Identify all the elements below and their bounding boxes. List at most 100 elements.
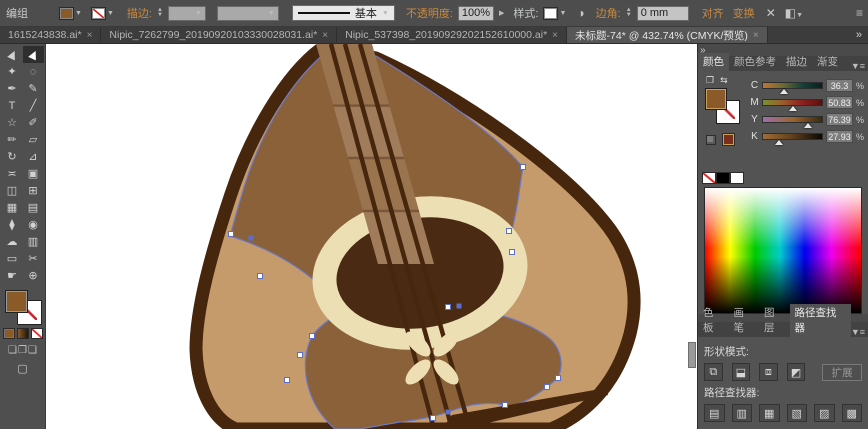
minus-front-button[interactable]: ⬓ [732, 363, 751, 381]
swap-fill-stroke-icon[interactable]: ⇆ [720, 75, 728, 86]
slice-tool[interactable]: ✂ [23, 250, 44, 267]
direct-selection-tool[interactable]: ▶ [23, 46, 44, 63]
stroke-color-button[interactable]: ▼ [91, 7, 114, 20]
style-select[interactable]: ▼ [543, 7, 566, 20]
type-tool[interactable]: T [2, 97, 23, 114]
channel-value-input[interactable]: 27.93 [826, 130, 853, 143]
eyedropper-tool[interactable]: ⧫ [2, 216, 23, 233]
slider-thumb[interactable] [780, 89, 788, 94]
close-tab-icon[interactable]: × [753, 30, 759, 41]
draw-inside-icon[interactable]: ❑ [28, 345, 37, 356]
anchor-point-solid[interactable] [249, 236, 254, 241]
zoom-tool[interactable]: ⊕ [23, 267, 44, 284]
document-tab-1[interactable]: Nipic_7262799_20190920103330028031.ai*× [101, 27, 337, 43]
draw-normal-icon[interactable]: ❏ [8, 345, 17, 356]
merge-button[interactable]: ▦ [759, 404, 780, 422]
none-color-swatch[interactable] [702, 172, 716, 184]
control-bar-menu-icon[interactable]: ≡ [856, 6, 862, 20]
free-transform-tool[interactable]: ▣ [23, 165, 44, 182]
pencil-tool[interactable]: ✏ [2, 131, 23, 148]
transform-button[interactable]: 变换 [733, 5, 755, 21]
color-panel-menu-icon[interactable]: ▼≡ [851, 61, 868, 71]
color-panel-tab[interactable]: 渐变 [812, 53, 843, 71]
color-spectrum[interactable] [704, 187, 862, 314]
color-panel-tab[interactable]: 颜色 [698, 53, 729, 71]
anchor-point-solid[interactable] [457, 304, 462, 309]
anchor-point-hollow[interactable] [503, 403, 508, 408]
none-mode-button[interactable] [31, 328, 43, 339]
lasso-tool[interactable]: ◌ [23, 63, 44, 80]
color-panel-tab[interactable]: 颜色参考 [729, 53, 781, 71]
slider-thumb[interactable] [789, 106, 797, 111]
anchor-point-hollow[interactable] [545, 385, 550, 390]
recolor-artwork-icon[interactable]: ◑ [577, 6, 584, 20]
slider-track-Y[interactable] [762, 116, 823, 123]
pathfinder-panel-menu-icon[interactable]: ▼≡ [851, 327, 868, 337]
shape-options-icon[interactable]: ◧▼ [785, 6, 803, 20]
width-profile-select[interactable]: ▼ [217, 6, 279, 21]
stroke-weight-select[interactable]: ▼ [168, 6, 206, 21]
anchor-point-hollow[interactable] [510, 250, 515, 255]
closest-web-color-swatch[interactable] [722, 133, 735, 146]
pen-tool[interactable]: ✒ [2, 80, 23, 97]
perspective-grid-tool[interactable]: ⊞ [23, 182, 44, 199]
gradient-tool[interactable]: ▤ [23, 199, 44, 216]
rotate-tool[interactable]: ↻ [2, 148, 23, 165]
slider-track-C[interactable] [762, 82, 823, 89]
white-swatch[interactable] [730, 172, 744, 184]
color-panel-tab[interactable]: 描边 [781, 53, 812, 71]
stroke-weight-stepper[interactable]: ▲▼ [157, 8, 163, 18]
slider-track-K[interactable] [762, 133, 823, 140]
anchor-point-solid[interactable] [446, 410, 451, 415]
mesh-tool[interactable]: ▦ [2, 199, 23, 216]
blend-tool[interactable]: ◉ [23, 216, 44, 233]
anchor-point-hollow[interactable] [258, 274, 263, 279]
document-tab-2[interactable]: Nipic_537398_20190929202152610000.ai*× [337, 27, 567, 43]
shape-builder-tool[interactable]: ◫ [2, 182, 23, 199]
symbol-sprayer-tool[interactable]: ☁ [2, 233, 23, 250]
out-of-gamut-cube-icon[interactable] [706, 135, 716, 145]
document-tab-0[interactable]: 1615243838.ai*× [0, 27, 101, 43]
corner-stepper[interactable]: ▲▼ [626, 8, 632, 18]
opacity-input[interactable]: 100% [458, 6, 494, 21]
fill-color-button[interactable]: ▼ [59, 7, 82, 20]
anchor-point-hollow[interactable] [285, 378, 290, 383]
document-tab-3[interactable]: 未标题-74* @ 432.74% (CMYK/预览)× [567, 27, 768, 43]
gradient-mode-button[interactable] [17, 328, 29, 339]
free-distort-icon[interactable]: ✕ [766, 6, 776, 20]
intersect-button[interactable]: ⧈ [759, 363, 778, 381]
slider-thumb[interactable] [775, 140, 783, 145]
corner-label[interactable]: 边角: [596, 5, 621, 21]
expand-button[interactable]: 扩展 [822, 364, 862, 381]
anchor-point-hollow[interactable] [431, 416, 436, 421]
close-tab-icon[interactable]: × [322, 30, 328, 41]
close-tab-icon[interactable]: × [552, 30, 558, 41]
align-button[interactable]: 对齐 [702, 5, 724, 21]
channel-value-input[interactable]: 50.83 [826, 96, 853, 109]
line-segment-tool[interactable]: ╱ [23, 97, 44, 114]
channel-value-input[interactable]: 76.39 [826, 113, 853, 126]
corner-input[interactable]: 0 mm [637, 6, 689, 21]
curvature-tool[interactable]: ✎ [23, 80, 44, 97]
color-mode-button[interactable] [3, 328, 15, 339]
screen-mode-icon[interactable]: ▢ [0, 362, 45, 375]
black-swatch[interactable] [716, 172, 730, 184]
stroke-weight-label[interactable]: 描边: [127, 5, 152, 21]
artboard-tool[interactable]: ▭ [2, 250, 23, 267]
eraser-tool[interactable]: ▱ [23, 131, 44, 148]
anchor-point-hollow[interactable] [521, 165, 526, 170]
crop-button[interactable]: ▧ [787, 404, 808, 422]
magic-wand-tool[interactable]: ✦ [2, 63, 23, 80]
panel-fill-swatch[interactable] [705, 88, 727, 110]
brush-definition-select[interactable]: 基本 ▼ [292, 5, 395, 21]
vertical-scrollbar-thumb[interactable] [688, 342, 696, 368]
pathfinder-panel-tab[interactable]: 画笔 [729, 304, 760, 337]
fill-stroke-control[interactable] [5, 290, 41, 324]
pathfinder-panel-tab[interactable]: 图层 [759, 304, 790, 337]
channel-value-input[interactable]: 36.3 [826, 79, 853, 92]
trim-button[interactable]: ▥ [732, 404, 753, 422]
anchor-point-hollow[interactable] [446, 305, 451, 310]
close-tab-icon[interactable]: × [87, 30, 93, 41]
opacity-arrow-icon[interactable]: ▶ [499, 9, 504, 17]
tab-overflow-icon[interactable]: » [850, 27, 868, 43]
